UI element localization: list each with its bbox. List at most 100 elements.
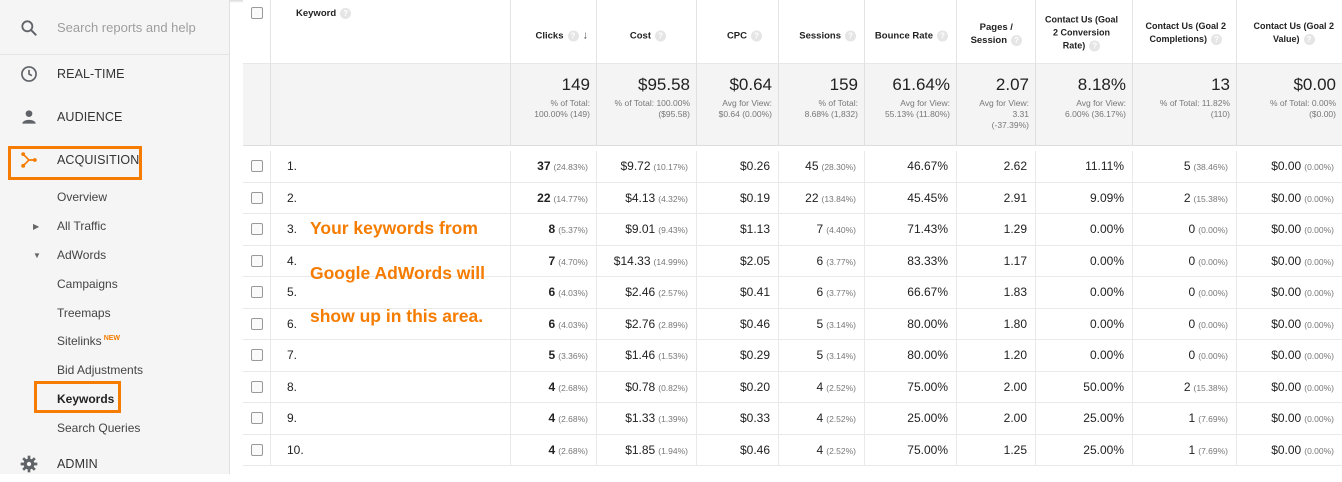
table-row[interactable]: 1. 37 (24.83%) $9.72 (10.17%) $0.26 45 (28.30%)… bbox=[243, 151, 1342, 183]
help-icon[interactable]: ? bbox=[1011, 34, 1022, 46]
row-comp-percent: (0.00%) bbox=[1198, 256, 1228, 267]
nav-adwords[interactable]: AdWords bbox=[57, 248, 106, 262]
row-cost-cell: $4.13 (4.32%) bbox=[597, 182, 697, 214]
total-cost-note1: % of Total: 100.00% bbox=[614, 98, 690, 108]
table-header: Keyword? Clicks? ↓ Cost? CPC? Sessions? B… bbox=[243, 0, 1342, 64]
help-icon[interactable]: ? bbox=[751, 30, 762, 42]
row-comp-value: 0 bbox=[1188, 222, 1196, 236]
row-val-percent: (0.00%) bbox=[1304, 288, 1334, 298]
row-val-value: $0.00 bbox=[1271, 222, 1302, 236]
nav-sitelinks[interactable]: Sitelinks NEW bbox=[57, 334, 120, 348]
table-row[interactable]: 2. 22 (14.77%) $4.13 (4.32%) $0.19 22 (13.84%) 4… bbox=[243, 182, 1342, 214]
nav-overview[interactable]: Overview bbox=[57, 190, 107, 204]
table-row[interactable]: 9. 4 (2.68%) $1.33 (1.39%) $0.33 4 (2.52%) 25.00… bbox=[243, 403, 1342, 435]
header-conv-l2: 2 Conversion bbox=[1052, 27, 1110, 38]
row-checkbox[interactable] bbox=[251, 254, 263, 267]
row-sessions-cell: 22 (13.84%) bbox=[779, 182, 865, 214]
row-val-cell: $0.00 (0.00%) bbox=[1237, 340, 1342, 372]
row-cpc-cell: $0.26 bbox=[697, 151, 779, 183]
row-checkbox[interactable] bbox=[251, 412, 263, 424]
row-bounce-value: 80.00% bbox=[907, 316, 948, 331]
row-comp-cell: 1 (7.69%) bbox=[1133, 403, 1237, 435]
acquisition-highlight bbox=[8, 146, 142, 180]
header-goal-value[interactable]: Contact Us (Goal 2 Value)? bbox=[1237, 0, 1342, 64]
row-cost-cell: $14.33 (14.99%) bbox=[597, 245, 697, 277]
nav-search-queries[interactable]: Search Queries bbox=[57, 421, 140, 435]
caret-down-icon[interactable]: ▼ bbox=[33, 251, 41, 260]
row-cpc-cell: $2.05 bbox=[697, 245, 779, 277]
row-checkbox[interactable] bbox=[251, 160, 263, 172]
nav-audience[interactable]: AUDIENCE bbox=[0, 99, 230, 135]
row-checkbox[interactable] bbox=[251, 349, 263, 361]
row-select-cell bbox=[243, 308, 271, 340]
header-bounce-rate[interactable]: Bounce Rate? bbox=[865, 0, 957, 64]
row-sessions-cell: 6 (3.77%) bbox=[779, 277, 865, 309]
row-clicks-percent: (2.68%) bbox=[558, 445, 588, 456]
nav-realtime[interactable]: REAL-TIME bbox=[0, 56, 230, 92]
row-val-value: $0.00 bbox=[1271, 285, 1302, 299]
help-icon[interactable]: ? bbox=[655, 30, 666, 42]
row-pages-value: 1.20 bbox=[1003, 348, 1027, 362]
row-checkbox[interactable] bbox=[251, 223, 263, 235]
row-pages-cell: 1.29 bbox=[957, 214, 1036, 246]
header-conversion-rate[interactable]: Contact Us (Goal 2 Conversion Rate)? bbox=[1036, 0, 1133, 64]
overlay-line-2: Google AdWords will bbox=[310, 263, 485, 283]
row-bounce-cell: 46.67% bbox=[865, 151, 957, 183]
table-row[interactable]: 7. 5 (3.36%) $1.46 (1.53%) $0.29 5 (3.14%) 80.00… bbox=[243, 340, 1342, 372]
caret-right-icon[interactable]: ▶ bbox=[33, 222, 39, 231]
row-cost-value: $9.01 bbox=[625, 222, 656, 236]
help-icon[interactable]: ? bbox=[937, 30, 948, 42]
row-cost-cell: $1.85 (1.94%) bbox=[597, 434, 697, 466]
row-sessions-percent: (4.40%) bbox=[826, 225, 856, 235]
help-icon[interactable]: ? bbox=[567, 30, 579, 42]
help-icon[interactable]: ? bbox=[1089, 40, 1101, 52]
overlay-line-1: Your keywords from bbox=[310, 218, 478, 238]
table-row[interactable]: 10. 4 (2.68%) $1.85 (1.94%) $0.46 4 (2.52%) 75.0… bbox=[243, 434, 1342, 466]
nav-admin[interactable]: ADMIN bbox=[0, 446, 230, 482]
row-sessions-value: 5 bbox=[816, 348, 824, 362]
nav-bid-adjustments[interactable]: Bid Adjustments bbox=[57, 363, 143, 377]
row-number: 8. bbox=[287, 379, 298, 394]
row-comp-percent: (0.00%) bbox=[1198, 225, 1228, 235]
header-clicks[interactable]: Clicks? ↓ bbox=[511, 0, 597, 64]
row-clicks-percent: (4.03%) bbox=[558, 288, 588, 298]
row-number: 4. bbox=[287, 253, 298, 268]
row-checkbox[interactable] bbox=[251, 317, 263, 330]
row-checkbox[interactable] bbox=[251, 380, 263, 393]
row-checkbox[interactable] bbox=[251, 191, 263, 204]
nav-treemaps[interactable]: Treemaps bbox=[57, 306, 111, 320]
row-keyword-cell: 10. bbox=[271, 434, 511, 466]
total-pages-note1: Avg for View: bbox=[979, 98, 1029, 108]
search-placeholder[interactable]: Search reports and help bbox=[57, 20, 196, 35]
header-cpc[interactable]: CPC? bbox=[697, 0, 779, 64]
header-cost-label: Cost bbox=[629, 30, 651, 42]
search-bar[interactable]: Search reports and help bbox=[0, 0, 230, 55]
row-clicks-value: 22 bbox=[537, 190, 551, 205]
nav-campaigns[interactable]: Campaigns bbox=[57, 277, 118, 291]
row-cost-cell: $0.78 (0.82%) bbox=[597, 371, 697, 403]
help-icon[interactable]: ? bbox=[1210, 34, 1222, 46]
nav-all-traffic[interactable]: All Traffic bbox=[57, 219, 106, 233]
header-val-l2: Value) bbox=[1272, 34, 1300, 44]
row-conv-value: 0.00% bbox=[1089, 316, 1124, 331]
row-cost-cell: $9.01 (9.43%) bbox=[597, 214, 697, 246]
row-pages-value: 2.91 bbox=[1003, 190, 1027, 205]
header-completions[interactable]: Contact Us (Goal 2 Completions)? bbox=[1133, 0, 1237, 64]
row-val-percent: (0.00%) bbox=[1304, 256, 1334, 267]
header-keyword[interactable]: Keyword? bbox=[271, 0, 511, 64]
help-icon[interactable]: ? bbox=[845, 30, 856, 42]
header-sessions[interactable]: Sessions? bbox=[779, 0, 865, 64]
help-icon[interactable]: ? bbox=[1303, 34, 1315, 46]
header-cost[interactable]: Cost? bbox=[597, 0, 697, 64]
row-bounce-value: 80.00% bbox=[907, 348, 948, 362]
total-sessions: 159 % of Total: 8.68% (1,832) bbox=[779, 64, 865, 146]
help-icon[interactable]: ? bbox=[340, 8, 352, 19]
header-pages-session[interactable]: Pages / Session? bbox=[957, 0, 1036, 64]
sort-down-icon[interactable]: ↓ bbox=[583, 30, 589, 42]
row-val-cell: $0.00 (0.00%) bbox=[1237, 309, 1342, 341]
row-checkbox[interactable] bbox=[251, 286, 263, 298]
total-cost-value: $95.58 bbox=[638, 75, 690, 94]
row-checkbox[interactable] bbox=[251, 443, 263, 456]
select-all-checkbox[interactable] bbox=[251, 7, 263, 19]
table-row[interactable]: 8. 4 (2.68%) $0.78 (0.82%) $0.20 4 (2.52%) 75.00… bbox=[243, 371, 1342, 403]
